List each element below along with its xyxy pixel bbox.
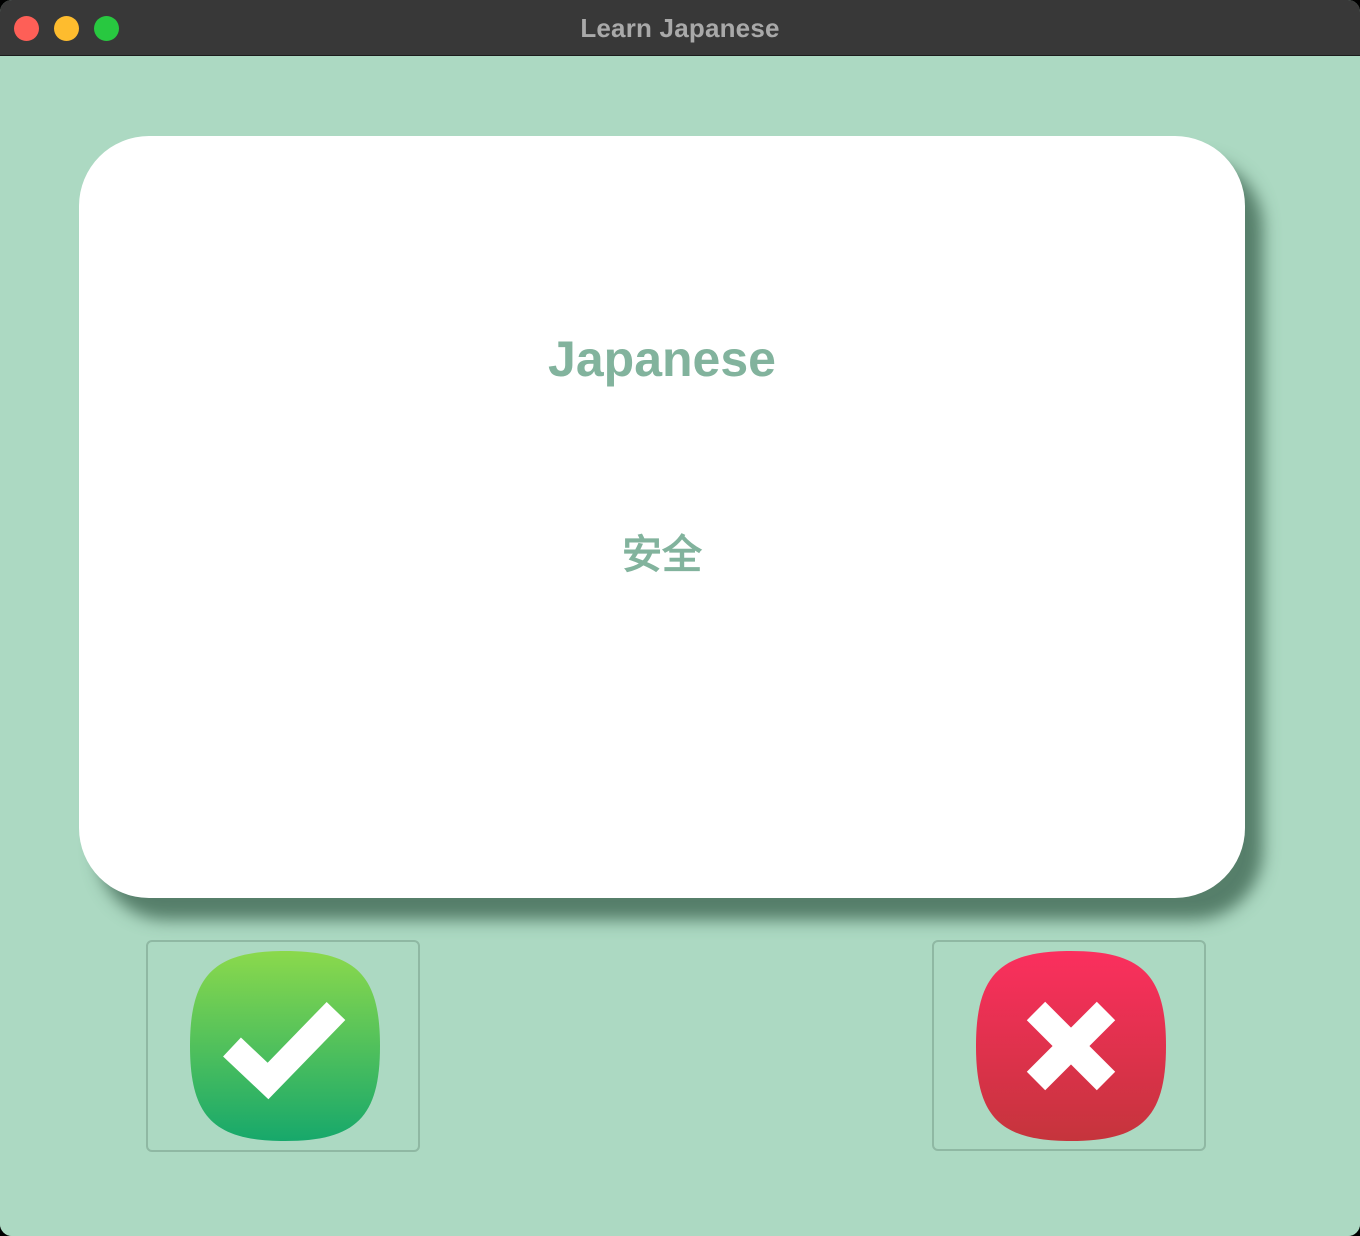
title-bar: Learn Japanese (0, 0, 1360, 56)
right-answer-button[interactable] (146, 940, 420, 1152)
app-window: Learn Japanese Japanese 安全 (0, 0, 1360, 1236)
cross-icon (976, 951, 1166, 1141)
checkmark-icon (190, 951, 380, 1141)
wrong-answer-button[interactable] (932, 940, 1206, 1151)
window-title: Learn Japanese (580, 13, 780, 43)
main-canvas: Japanese 安全 (0, 56, 1360, 1236)
card-word: 安全 (622, 533, 702, 577)
card-language-title: Japanese (548, 331, 776, 387)
flash-card[interactable]: Japanese 安全 (79, 136, 1245, 898)
